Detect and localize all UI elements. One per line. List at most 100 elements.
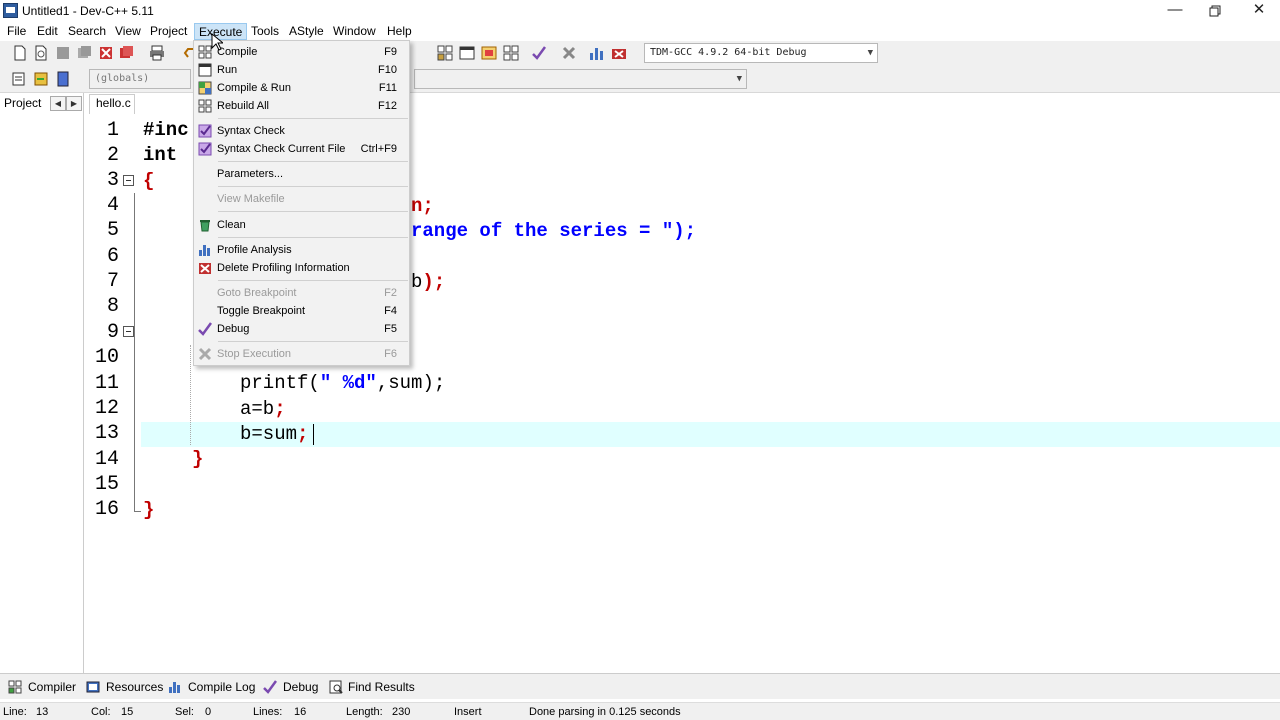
menu-window[interactable]: Window: [329, 23, 380, 40]
fold-toggle-icon[interactable]: [123, 175, 134, 186]
text-caret: [313, 424, 314, 445]
tab-project[interactable]: Project: [4, 96, 41, 110]
open-file-icon[interactable]: [33, 45, 49, 61]
code-line-4: n;: [411, 195, 434, 217]
window-icon[interactable]: [459, 45, 475, 61]
goto-icon[interactable]: [33, 71, 49, 87]
menu-view[interactable]: View: [111, 23, 145, 40]
code-line-14: }: [192, 448, 204, 470]
code-token: a=b: [240, 398, 275, 420]
menu-item-label: Toggle Breakpoint: [217, 305, 306, 317]
menu-item-run[interactable]: Run F10: [195, 61, 408, 79]
code-token: printf(: [240, 372, 320, 394]
compile-log-icon: [169, 682, 180, 693]
new-project-icon[interactable]: [437, 45, 453, 61]
tab-debug[interactable]: Debug: [263, 680, 318, 694]
rebuild-icon: [198, 99, 212, 113]
menu-item-view-makefile[interactable]: View Makefile: [195, 190, 408, 208]
menu-item-compile-run[interactable]: Compile & Run F11: [195, 79, 408, 97]
menu-item-label: Clean: [217, 219, 246, 231]
bookmark-icon[interactable]: [55, 71, 71, 87]
code-line-1: #inc: [143, 119, 189, 141]
title-bar: Untitled1 - Dev-C++ 5.11 — ✕: [0, 0, 1280, 22]
menu-project[interactable]: Project: [146, 23, 191, 40]
tab-resources[interactable]: Resources: [86, 680, 163, 694]
compiler-select[interactable]: TDM-GCC 4.9.2 64-bit Debug ▼: [644, 43, 878, 63]
menu-item-compile[interactable]: Compile F9: [195, 43, 408, 61]
code-line-5: range of the series = ");: [411, 220, 697, 242]
menu-item-delete-profiling[interactable]: Delete Profiling Information: [195, 259, 408, 277]
toolbar-area: TDM-GCC 4.9.2 64-bit Debug ▼ (globals) ▼: [0, 41, 1280, 93]
stop-icon[interactable]: [561, 45, 577, 61]
close-icon[interactable]: ✕: [1236, 0, 1280, 22]
close-file-icon[interactable]: [98, 45, 114, 61]
scope-select[interactable]: (globals): [89, 69, 191, 89]
menu-separator: [218, 237, 408, 238]
fold-toggle-icon[interactable]: [123, 326, 134, 337]
menu-item-debug[interactable]: Debug F5: [195, 320, 408, 338]
menu-item-syntax-check[interactable]: Syntax Check: [195, 122, 408, 140]
tab-scroll-left-icon[interactable]: ◀: [50, 96, 66, 111]
fold-line: [134, 193, 135, 511]
menu-help[interactable]: Help: [383, 23, 416, 40]
menu-astyle[interactable]: AStyle: [285, 23, 328, 40]
save-icon[interactable]: [55, 45, 71, 61]
delete-profiling-icon: [199, 263, 211, 274]
clean-icon: [200, 220, 210, 232]
menu-file[interactable]: File: [3, 23, 30, 40]
print-icon[interactable]: [149, 45, 165, 61]
menu-item-syntax-check-current-file[interactable]: Syntax Check Current File Ctrl+F9: [195, 140, 408, 158]
restore-icon[interactable]: [1192, 0, 1238, 22]
menu-item-clean[interactable]: Clean: [195, 216, 408, 234]
line-number: 11: [94, 372, 119, 395]
menu-item-label: Syntax Check Current File: [217, 143, 346, 155]
check-icon[interactable]: [531, 45, 547, 61]
menu-item-shortcut: F2: [384, 287, 397, 299]
save-all-icon[interactable]: [77, 45, 93, 61]
menu-search[interactable]: Search: [64, 23, 110, 40]
code-line-16: }: [143, 499, 155, 521]
menu-item-parameters[interactable]: Parameters...: [195, 165, 408, 183]
tab-find-results[interactable]: Find Results: [329, 680, 415, 694]
profile-chart-icon[interactable]: [589, 45, 605, 61]
indent-icon[interactable]: [11, 71, 27, 87]
menu-item-profile-analysis[interactable]: Profile Analysis: [195, 241, 408, 259]
tab-label: Resources: [106, 680, 164, 694]
menu-item-rebuild-all[interactable]: Rebuild All F12: [195, 97, 408, 115]
menu-tools[interactable]: Tools: [247, 23, 283, 40]
tab-scroll-right-icon[interactable]: ▶: [66, 96, 82, 111]
close-all-icon[interactable]: [119, 45, 135, 61]
menu-item-label: Delete Profiling Information: [217, 262, 350, 274]
menu-item-toggle-breakpoint[interactable]: Toggle Breakpoint F4: [195, 302, 408, 320]
class-browser-icon[interactable]: [481, 45, 497, 61]
tab-hello-c[interactable]: hello.c: [89, 94, 135, 114]
debug-check-icon: [198, 322, 212, 336]
status-col-label: Col:: [91, 706, 111, 718]
menu-item-goto-breakpoint[interactable]: Goto Breakpoint F2: [195, 284, 408, 302]
menu-separator: [218, 211, 408, 212]
menu-item-label: Profile Analysis: [217, 244, 292, 256]
grid-icon[interactable]: [503, 45, 519, 61]
line-number: 1: [106, 119, 119, 142]
function-select[interactable]: ▼: [414, 69, 747, 89]
menu-item-shortcut: F5: [384, 323, 397, 335]
tab-compiler[interactable]: Compiler: [8, 680, 76, 694]
menu-item-label: Parameters...: [217, 168, 284, 180]
profile-analysis-icon: [199, 245, 210, 256]
indent-guide: [190, 345, 191, 445]
code-token: " %d": [319, 372, 377, 394]
menu-edit[interactable]: Edit: [33, 23, 62, 40]
compile-icon: [198, 45, 212, 59]
app-icon: [3, 3, 18, 18]
new-file-icon[interactable]: [12, 45, 28, 61]
line-number: 3: [106, 169, 119, 192]
tab-compile-log[interactable]: Compile Log: [168, 680, 255, 694]
compiler-select-value: TDM-GCC 4.9.2 64-bit Debug: [650, 47, 807, 58]
tab-label: Compiler: [28, 680, 77, 694]
debug-icon: [263, 680, 277, 694]
menu-item-stop-execution[interactable]: Stop Execution F6: [195, 345, 408, 363]
delete-profile-icon[interactable]: [611, 45, 627, 61]
menu-item-label: Compile: [217, 46, 258, 58]
current-line-highlight: [141, 422, 1280, 447]
status-col-value: 15: [121, 706, 134, 718]
